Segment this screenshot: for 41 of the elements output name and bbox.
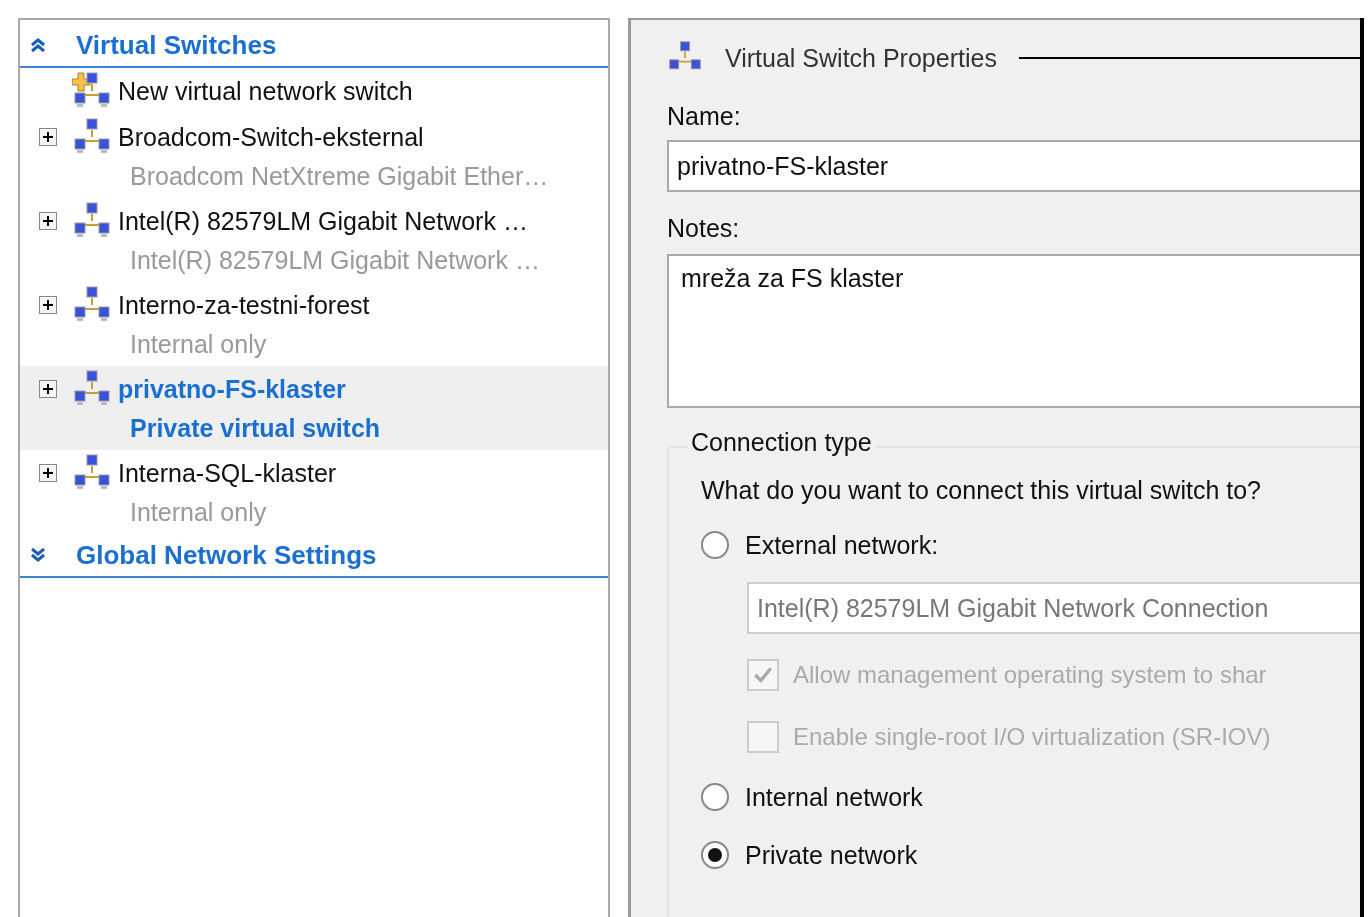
- switch-item[interactable]: Interna-SQL-klaster Internal only: [20, 450, 608, 534]
- notes-field[interactable]: mreža za FS klaster: [667, 254, 1360, 408]
- switch-detail: Intel(R) 82579LM Gigabit Network …: [129, 245, 541, 276]
- radio-button[interactable]: [701, 783, 729, 811]
- checkmark-icon: [752, 664, 774, 686]
- expand-icon[interactable]: [39, 380, 57, 398]
- section-header[interactable]: Global Network Settings: [20, 534, 608, 578]
- name-field[interactable]: privatno-FS-klaster: [667, 140, 1360, 192]
- switch-detail: Private virtual switch: [129, 413, 382, 444]
- switch-name: Intel(R) 82579LM Gigabit Network …: [118, 206, 528, 236]
- switch-item[interactable]: privatno-FS-klaster Private virtual switch: [20, 366, 608, 450]
- expand-icon[interactable]: [39, 296, 57, 314]
- checkbox-label: Enable single-root I/O virtualization (SR-IOV): [793, 723, 1271, 751]
- name-label: Name:: [667, 102, 742, 132]
- notes-label: Notes:: [667, 214, 741, 244]
- properties-title: Virtual Switch Properties: [725, 43, 997, 73]
- switch-detail: Broadcom NetXtreme Gigabit Ether…: [129, 161, 550, 192]
- expand-icon[interactable]: [39, 128, 57, 146]
- switch-name: privatno-FS-klaster: [118, 374, 346, 404]
- switch-name: New virtual network switch: [118, 76, 413, 106]
- chevron-icon: [30, 547, 46, 563]
- radio-label: Internal network: [745, 782, 923, 812]
- radio-label: External network:: [745, 530, 939, 560]
- section-header[interactable]: Virtual Switches: [20, 24, 608, 68]
- switch-item[interactable]: Intel(R) 82579LM Gigabit Network … Intel(R) 82579LM Gigabit Network …: [20, 198, 608, 282]
- switch-name: Interno-za-testni-forest: [118, 290, 370, 320]
- checkbox-label: Allow management operating system to shar: [793, 661, 1267, 689]
- switch-item[interactable]: Interno-za-testni-forest Internal only: [20, 282, 608, 366]
- switch-name: Interna-SQL-klaster: [118, 458, 337, 488]
- switch-item[interactable]: Broadcom-Switch-eksternal Broadcom NetXtreme Gigabit Ether…: [20, 114, 608, 198]
- new-switch-item[interactable]: New virtual network switch: [20, 68, 608, 114]
- radio-button[interactable]: [701, 841, 729, 869]
- expand-icon[interactable]: [39, 212, 57, 230]
- radio-label: Private network: [745, 840, 918, 870]
- switch-detail: Internal only: [129, 497, 268, 528]
- expand-icon[interactable]: [39, 464, 57, 482]
- switch-name: Broadcom-Switch-eksternal: [118, 122, 424, 152]
- chevron-icon: [30, 37, 46, 53]
- radio-button[interactable]: [701, 531, 729, 559]
- switch-detail: Internal only: [129, 329, 268, 360]
- question-text: What do you want to connect this virtual switch to?: [701, 476, 1262, 506]
